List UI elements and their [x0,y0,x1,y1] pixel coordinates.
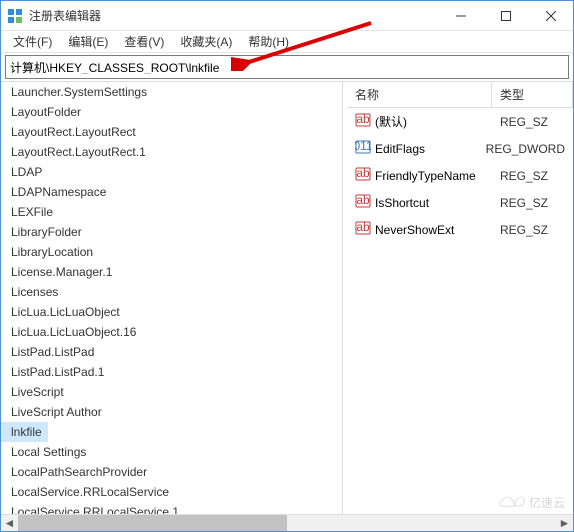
scroll-track[interactable] [18,515,556,531]
tree-item[interactable]: LDAPNamespace [1,182,342,202]
tree-item[interactable]: LiveScript [1,382,342,402]
address-bar[interactable] [5,55,569,79]
svg-text:ab: ab [356,112,370,126]
svg-text:ab: ab [356,193,370,207]
tree-item[interactable]: LayoutRect.LayoutRect.1 [1,142,342,162]
value-binary-icon: 011 [355,139,371,158]
column-header-name[interactable]: 名称 [347,82,492,107]
content-area: Launcher.SystemSettingsLayoutFolderLayou… [1,81,573,514]
tree-item[interactable]: LDAP [1,162,342,182]
value-name: (默认) [375,113,407,130]
cell-type: REG_DWORD [478,138,573,159]
value-string-icon: ab [355,166,371,185]
svg-text:011: 011 [355,139,371,153]
value-name: NeverShowExt [375,223,454,237]
cell-name: ab NeverShowExt [347,219,492,240]
scroll-left-icon[interactable]: ◄ [1,515,18,532]
tree-item[interactable]: License.Manager.1 [1,262,342,282]
tree-item[interactable]: Licenses [1,282,342,302]
tree-item[interactable]: LayoutRect.LayoutRect [1,122,342,142]
menu-view[interactable]: 查看(V) [116,31,172,52]
cell-name: ab FriendlyTypeName [347,165,492,186]
value-string-icon: ab [355,220,371,239]
window-title: 注册表编辑器 [29,7,438,24]
scroll-thumb[interactable] [18,515,287,531]
tree-item[interactable]: LocalPathSearchProvider [1,462,342,482]
value-string-icon: ab [355,112,371,131]
cell-type: REG_SZ [492,165,573,186]
tree-item[interactable]: LocalService.RRLocalService [1,482,342,502]
list-pane[interactable]: 名称 类型 ab(默认)REG_SZ011EditFlagsREG_DWORDa… [347,82,573,514]
list-row[interactable]: ab IsShortcut REG_SZ [347,189,573,216]
minimize-button[interactable] [438,1,483,30]
tree-item[interactable]: LiveScript Author [1,402,342,422]
maximize-button[interactable] [483,1,528,30]
list-row[interactable]: ab FriendlyTypeName REG_SZ [347,162,573,189]
registry-editor-window: 注册表编辑器 文件(F) 编辑(E) 查看(V) 收藏夹(A) 帮助(H) La… [0,0,574,532]
tree-item[interactable]: lnkfile [1,422,48,442]
tree-item[interactable]: LibraryLocation [1,242,342,262]
window-controls [438,1,573,30]
value-string-icon: ab [355,193,371,212]
titlebar[interactable]: 注册表编辑器 [1,1,573,31]
tree-item[interactable]: LayoutFolder [1,102,342,122]
svg-text:ab: ab [356,220,370,234]
list-row[interactable]: ab (默认) REG_SZ [347,108,573,135]
svg-text:ab: ab [356,166,370,180]
column-header-type[interactable]: 类型 [492,82,573,107]
tree-item[interactable]: LicLua.LicLuaObject.16 [1,322,342,342]
tree-item[interactable]: ListPad.ListPad.1 [1,362,342,382]
cell-type: REG_SZ [492,192,573,213]
horizontal-scrollbar[interactable]: ◄ ► [1,514,573,531]
tree-item[interactable]: LicLua.LicLuaObject [1,302,342,322]
tree-item[interactable]: LocalService.RRLocalService.1 [1,502,342,514]
tree-item[interactable]: LEXFile [1,202,342,222]
tree-item[interactable]: ListPad.ListPad [1,342,342,362]
menu-help[interactable]: 帮助(H) [240,31,297,52]
list-header: 名称 类型 [347,82,573,108]
menu-file[interactable]: 文件(F) [5,31,60,52]
cell-type: REG_SZ [492,111,573,132]
menu-edit[interactable]: 编辑(E) [60,31,116,52]
cell-name: ab (默认) [347,111,492,132]
tree-item[interactable]: LibraryFolder [1,222,342,242]
menu-favorites[interactable]: 收藏夹(A) [172,31,240,52]
value-name: IsShortcut [375,196,429,210]
scroll-right-icon[interactable]: ► [556,515,573,532]
list-row[interactable]: ab NeverShowExt REG_SZ [347,216,573,243]
tree-pane[interactable]: Launcher.SystemSettingsLayoutFolderLayou… [1,82,343,514]
cell-name: 011 EditFlags [347,138,478,159]
value-name: FriendlyTypeName [375,169,476,183]
close-button[interactable] [528,1,573,30]
menubar: 文件(F) 编辑(E) 查看(V) 收藏夹(A) 帮助(H) [1,31,573,53]
list-row[interactable]: 011 EditFlags REG_DWORD [347,135,573,162]
tree-item[interactable]: Local Settings [1,442,342,462]
list-body: ab(默认)REG_SZ011EditFlagsREG_DWORDabFrien… [347,108,573,243]
cell-type: REG_SZ [492,219,573,240]
app-icon [7,8,23,24]
cell-name: ab IsShortcut [347,192,492,213]
value-name: EditFlags [375,142,425,156]
tree-item[interactable]: Launcher.SystemSettings [1,82,342,102]
address-input[interactable] [6,60,568,74]
